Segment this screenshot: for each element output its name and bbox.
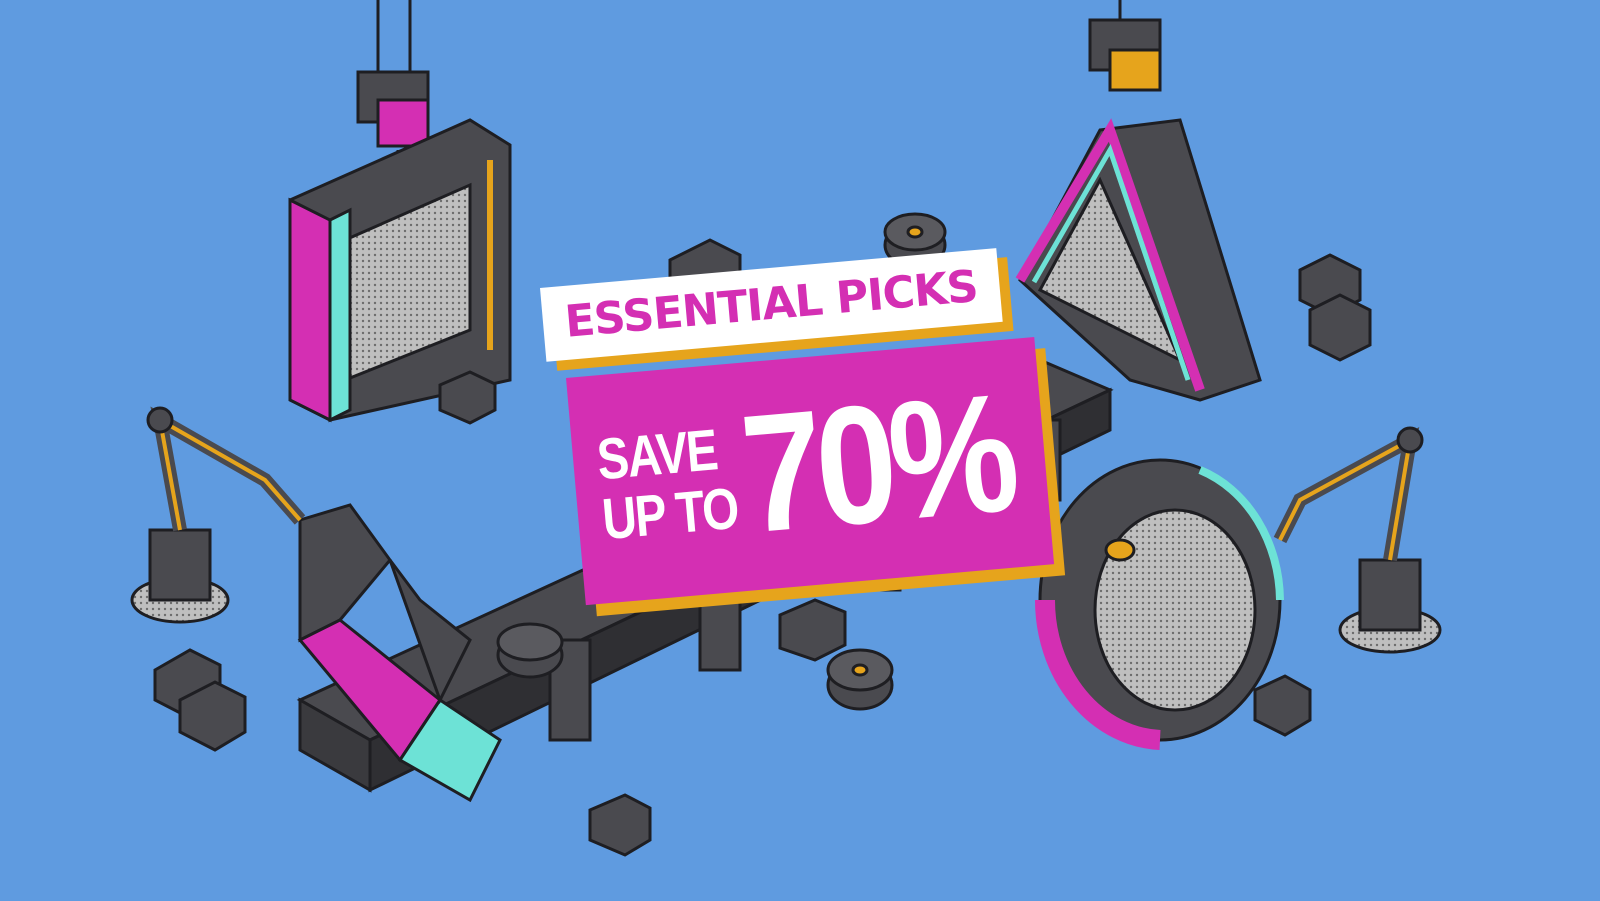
- triangle-symbol: [1015, 118, 1262, 402]
- promo-scene: ESSENTIAL PICKS SAVE UP TO 70%: [0, 0, 1600, 901]
- factory-illustration: [130, 0, 1442, 857]
- robot-arm: [130, 406, 306, 624]
- robot-arm: [1273, 426, 1442, 654]
- crane-hook: [1088, 0, 1162, 92]
- circle-symbol: [1034, 458, 1284, 750]
